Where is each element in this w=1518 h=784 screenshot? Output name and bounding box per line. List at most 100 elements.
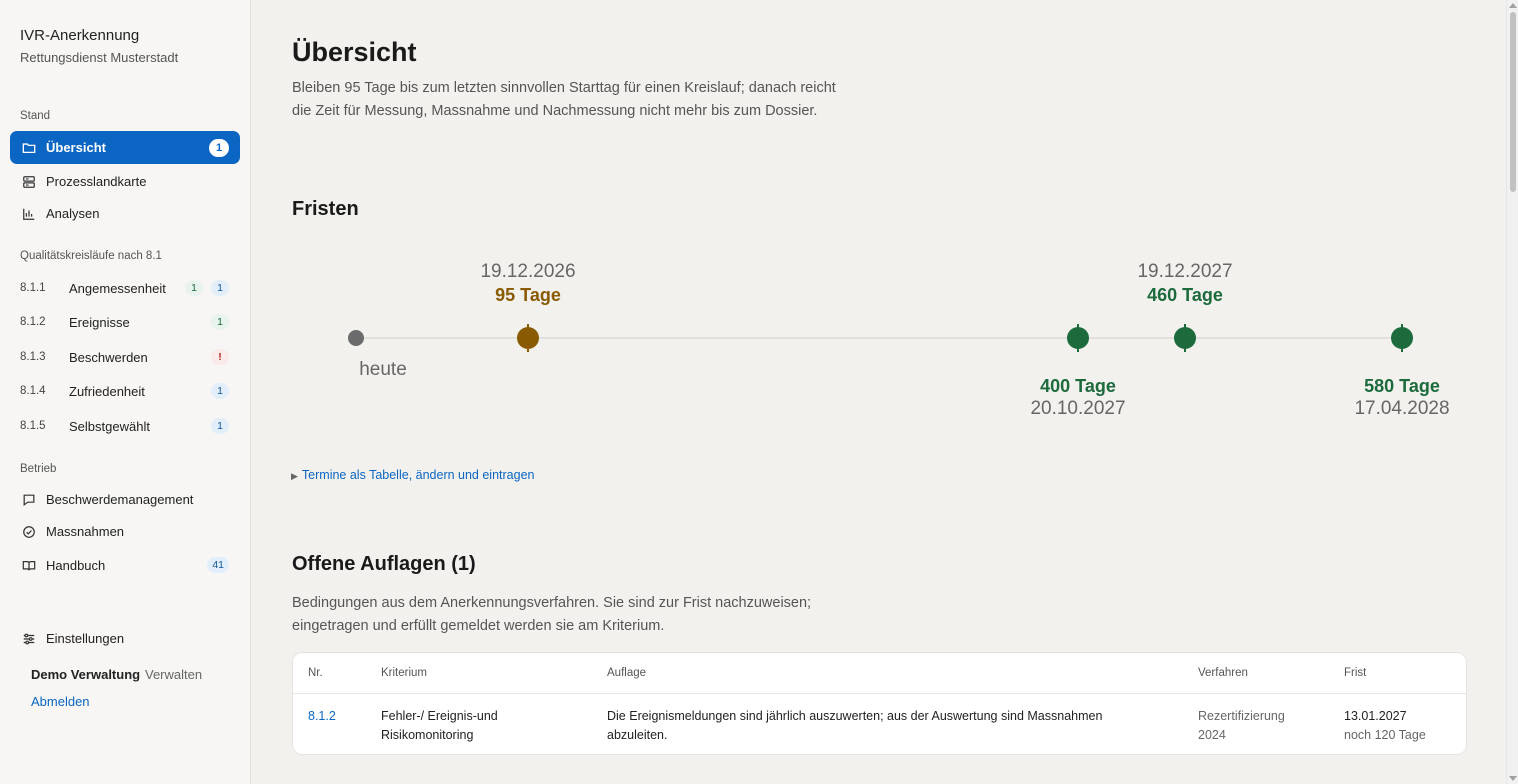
sidebar-item-angemessenheit[interactable]: 8.1.1 Angemessenheit 1 1: [10, 273, 240, 303]
criterion-number: 8.1.3: [20, 351, 46, 363]
requirement-line: Die Ereignismeldungen sind jährlich ausz…: [607, 709, 1103, 723]
sidebar-item-beschwerden[interactable]: 8.1.3 Beschwerden !: [10, 342, 240, 372]
sidebar-item-handbuch[interactable]: Handbuch 41: [10, 549, 240, 582]
today-marker: [348, 330, 364, 346]
milestone-date: 19.12.2027: [1137, 261, 1233, 282]
sidebar-item-ereignisse[interactable]: 8.1.2 Ereignisse 1: [10, 307, 240, 337]
count-badge-green: 1: [211, 314, 229, 330]
fristen-heading: Fristen: [292, 198, 359, 220]
deadline-timeline: heute 19.12.2026 95 Tage 400 Tage 20.10.…: [251, 240, 1506, 440]
count-badge-blue: 1: [211, 383, 229, 399]
milestone-dot: [1391, 327, 1413, 349]
scroll-down-icon[interactable]: [1509, 776, 1517, 781]
section-label-stand: Stand: [20, 110, 51, 122]
folder-icon: [21, 140, 36, 155]
today-label: heute: [359, 359, 407, 380]
sidebar-item-label: Beschwerden: [69, 349, 148, 365]
auflagen-table: Nr. Kriterium Auflage Verfahren Frist 8.…: [292, 652, 1467, 755]
deadlines-table-toggle[interactable]: ▶ Termine als Tabelle, ändern und eintrag…: [291, 468, 534, 482]
sidebar-item-uebersicht[interactable]: Übersicht 1: [10, 131, 240, 164]
milestone-date: 19.12.2026: [480, 261, 576, 282]
page-title: Übersicht: [292, 37, 417, 67]
milestone-date: 20.10.2027: [1030, 398, 1126, 419]
milestone-dot: [1174, 327, 1196, 349]
intro-text: Bleiben 95 Tage bis zum letzten sinnvoll…: [292, 80, 836, 119]
criterion-cell: Fehler-/ Ereignis-und Risikomonitoring: [381, 707, 581, 745]
brand-title: IVR-Anerkennung: [20, 27, 140, 44]
requirement-line: abzuleiten.: [607, 728, 668, 742]
column-header-kriterium: Kriterium: [381, 667, 428, 679]
auflagen-description: Bedingungen aus dem Anerkennungsverfahre…: [292, 595, 812, 634]
count-badge-green: 1: [185, 280, 203, 296]
book-icon: [21, 558, 36, 573]
criterion-line: Risikomonitoring: [381, 728, 474, 742]
sliders-icon: [21, 631, 36, 646]
scroll-up-icon[interactable]: [1509, 3, 1517, 8]
sidebar-item-label: Massnahmen: [46, 524, 125, 539]
message-icon: [21, 492, 36, 507]
column-header-verfahren: Verfahren: [1198, 667, 1248, 679]
main-content: Übersicht Bleiben 95 Tage bis zum letzte…: [251, 0, 1506, 784]
count-badge: 1: [209, 139, 229, 157]
auflagen-heading: Offene Auflagen (1): [292, 553, 476, 575]
procedure-line: 2024: [1198, 728, 1226, 742]
sidebar-item-massnahmen[interactable]: Massnahmen: [10, 515, 240, 548]
column-header-frist: Frist: [1344, 667, 1367, 679]
criterion-number: 8.1.5: [20, 420, 46, 432]
sidebar-item-label: Prozesslandkarte: [46, 174, 147, 189]
page-scrollbar[interactable]: [1506, 0, 1518, 784]
sidebar-item-label: Selbstgewählt: [69, 418, 150, 434]
sidebar-item-label: Übersicht: [46, 140, 106, 155]
logout-link[interactable]: Abmelden: [31, 694, 90, 709]
bar-chart-icon: [21, 206, 36, 221]
triangle-right-icon: ▶: [291, 471, 298, 481]
milestone-marker: [517, 324, 539, 352]
criterion-line: Fehler-/ Ereignis-und: [381, 709, 498, 723]
sidebar-item-analysen[interactable]: Analysen: [10, 197, 240, 230]
milestone-days: 580 Tage: [1364, 376, 1440, 396]
timeline-track: [348, 324, 1413, 352]
milestone-days: 460 Tage: [1147, 285, 1223, 305]
criterion-number: 8.1.1: [20, 282, 46, 294]
details-link-label: Termine als Tabelle, ändern und eintrage…: [301, 468, 535, 482]
section-label-qk: Qualitätskreisläufe nach 8.1: [20, 250, 162, 262]
sidebar-item-selbstgewaehlt[interactable]: 8.1.5 Selbstgewählt 1: [10, 411, 240, 441]
sidebar-item-label: Einstellungen: [46, 631, 125, 646]
sidebar-item-beschwerdemanagement[interactable]: Beschwerdemanagement: [10, 483, 240, 516]
criterion-number: 8.1.2: [20, 316, 46, 328]
sidebar-item-label: Ereignisse: [69, 314, 130, 330]
milestone-marker: [1391, 324, 1413, 352]
column-header-nr: Nr.: [308, 667, 323, 679]
sidebar-item-label: Angemessenheit: [69, 280, 166, 296]
criterion-link[interactable]: 8.1.2: [308, 707, 336, 726]
check-circle-icon: [21, 524, 36, 539]
procedure-cell: Rezertifizierung 2024: [1198, 707, 1285, 745]
milestone-dot: [1067, 327, 1089, 349]
sidebar-item-einstellungen[interactable]: Einstellungen: [10, 622, 240, 655]
count-badge-blue: 41: [207, 557, 229, 573]
milestone-marker: [1067, 324, 1089, 352]
count-badge-blue: 1: [211, 418, 229, 434]
deadline-remaining: noch 120 Tage: [1344, 728, 1426, 742]
section-label-betrieb: Betrieb: [20, 463, 57, 475]
milestone-dot: [517, 327, 539, 349]
scroll-thumb[interactable]: [1510, 12, 1516, 192]
sidebar-item-label: Handbuch: [46, 558, 106, 573]
column-header-auflage: Auflage: [607, 667, 647, 679]
milestone-marker: [1174, 324, 1196, 352]
milestone-days: 400 Tage: [1040, 376, 1116, 396]
manage-link[interactable]: Verwalten: [145, 667, 202, 682]
milestone-days: 95 Tage: [495, 285, 561, 305]
sidebar: IVR-Anerkennung Rettungsdienst Mustersta…: [0, 0, 251, 784]
sidebar-item-zufriedenheit[interactable]: 8.1.4 Zufriedenheit 1: [10, 376, 240, 406]
deadline-date: 13.01.2027: [1344, 709, 1407, 723]
sidebar-item-prozesslandkarte[interactable]: Prozesslandkarte: [10, 165, 240, 198]
server-icon: [21, 174, 36, 189]
header-divider: [293, 693, 1466, 694]
sidebar-item-label: Analysen: [46, 206, 100, 221]
brand-subtitle: Rettungsdienst Musterstadt: [20, 50, 179, 65]
requirement-cell: Die Ereignismeldungen sind jährlich ausz…: [607, 707, 1177, 745]
milestone-date: 17.04.2028: [1354, 398, 1450, 419]
criterion-number: 8.1.4: [20, 385, 46, 397]
procedure-line: Rezertifizierung: [1198, 709, 1285, 723]
